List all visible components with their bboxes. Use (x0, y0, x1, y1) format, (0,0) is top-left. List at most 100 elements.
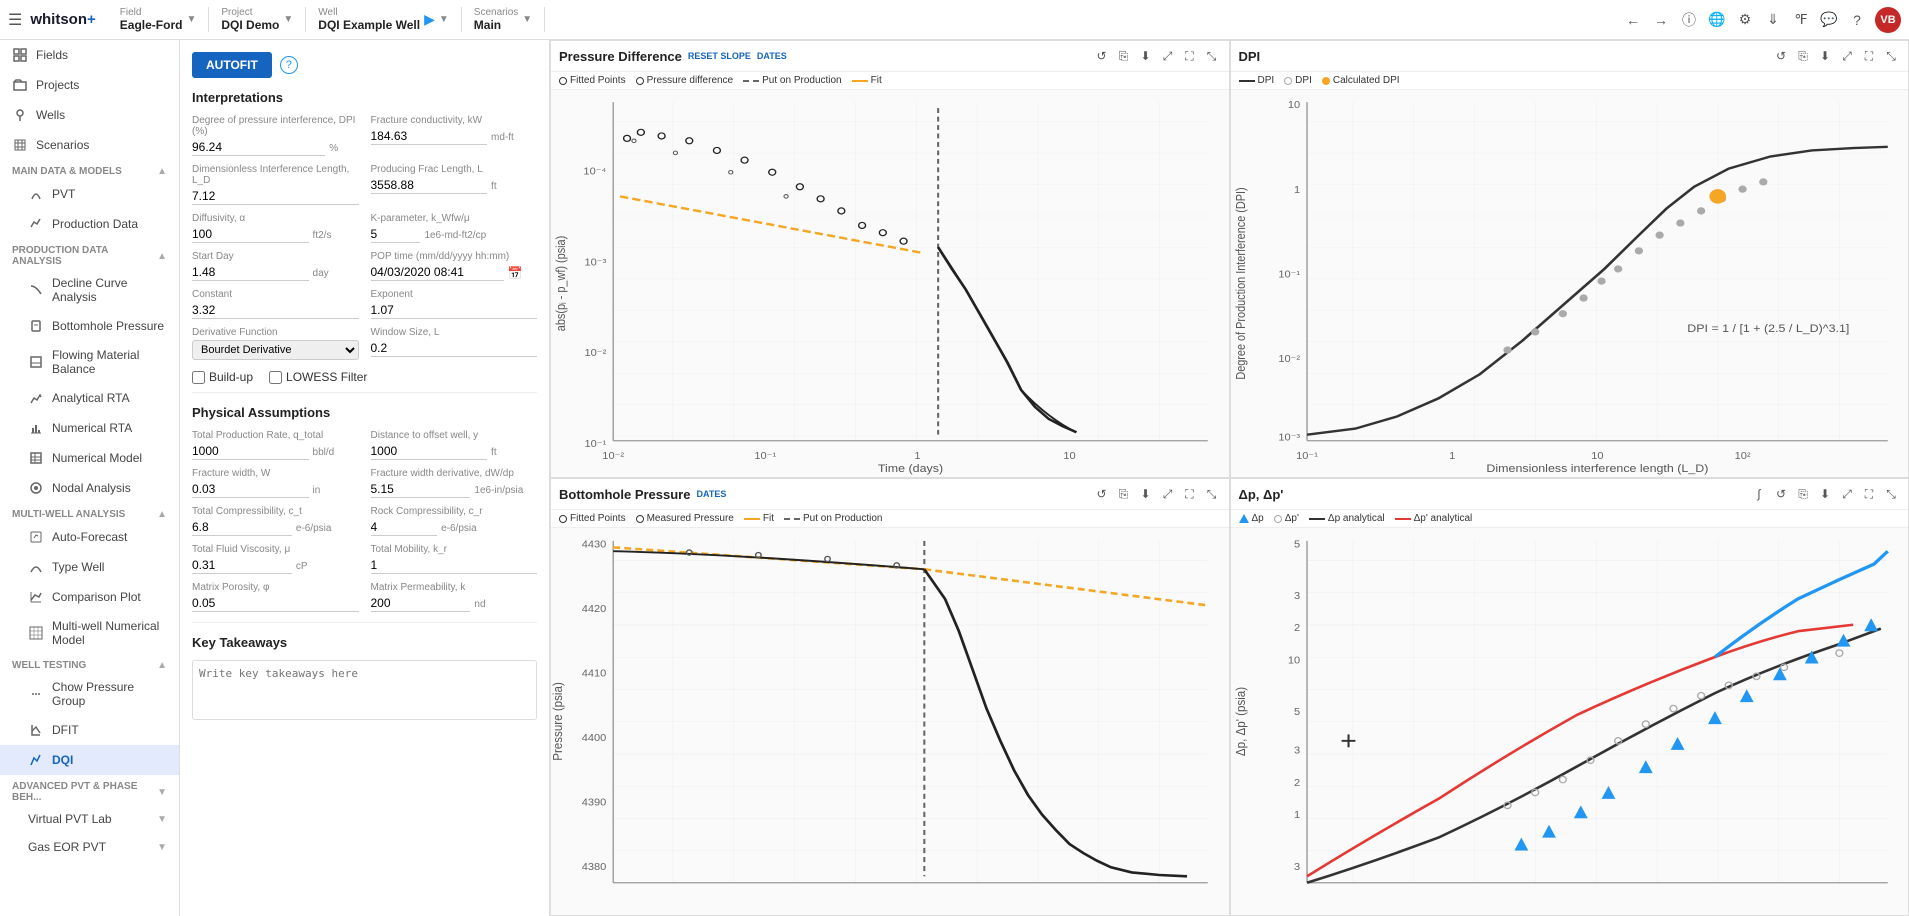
sidebar-item-dqi[interactable]: DQI (0, 745, 179, 775)
fluid-visc-input[interactable] (192, 557, 292, 574)
sidebar-item-type-well[interactable]: Type Well (0, 552, 179, 582)
help-circle-icon[interactable]: ? (280, 56, 298, 74)
copy-icon-bh[interactable]: ⎘ (1115, 485, 1133, 503)
autofit-button[interactable]: AUTOFIT (192, 52, 272, 78)
download-icon-dpi[interactable]: ⬇ (1816, 47, 1834, 65)
dpi-input[interactable] (192, 139, 325, 156)
zoom-icon-pd[interactable]: ⤢ (1159, 47, 1177, 65)
sidebar-item-scenarios[interactable]: Scenarios (0, 130, 179, 160)
sidebar-item-chow-pressure[interactable]: Chow Pressure Group (0, 673, 179, 715)
start-day-input[interactable] (192, 264, 309, 281)
sidebar-item-virtual-pvt[interactable]: Virtual PVT Lab ▼ (0, 805, 179, 833)
back-icon[interactable]: ← (1623, 10, 1643, 30)
buildup-checkbox[interactable]: Build-up (192, 370, 253, 384)
copy-icon-pd[interactable]: ⎘ (1115, 47, 1133, 65)
well-dropdown-icon[interactable]: ▼ (439, 14, 449, 25)
sidebar-item-bottomhole[interactable]: Bottomhole Pressure (0, 311, 179, 341)
key-takeaways-textarea[interactable] (192, 660, 537, 720)
help-icon[interactable]: ? (1847, 10, 1867, 30)
expand-icon-dp[interactable]: ⛶ (1860, 485, 1878, 503)
pop-time-input[interactable] (371, 264, 504, 281)
refresh-icon-dp[interactable]: ↺ (1772, 485, 1790, 503)
window-size-input[interactable] (371, 340, 538, 357)
sidebar-item-fields[interactable]: Fields (0, 40, 179, 70)
matrix-porosity-input[interactable] (192, 595, 359, 612)
zoom-icon-dp[interactable]: ⤢ (1838, 485, 1856, 503)
integral-icon-dp[interactable]: ∫ (1750, 485, 1768, 503)
sidebar-item-production-data[interactable]: Production Data (0, 209, 179, 239)
sidebar-item-analytical-rta[interactable]: Analytical RTA (0, 383, 179, 413)
sidebar-item-projects[interactable]: Projects (0, 70, 179, 100)
buildup-checkbox-input[interactable] (192, 371, 205, 384)
k-param-input[interactable] (371, 226, 421, 243)
sidebar-item-auto-forecast[interactable]: Auto-Forecast (0, 522, 179, 552)
section-advanced-pvt[interactable]: Advanced PVT & Phase Beh... ▼ (0, 775, 179, 805)
frac-width-input[interactable] (192, 481, 309, 498)
forward-icon[interactable]: → (1651, 10, 1671, 30)
constant-input[interactable] (192, 302, 359, 319)
zoom-icon-dpi[interactable]: ⤢ (1838, 47, 1856, 65)
dates-button-bh[interactable]: DATES (696, 489, 726, 499)
matrix-perm-input[interactable] (371, 595, 471, 612)
zoom-icon-bh[interactable]: ⤢ (1159, 485, 1177, 503)
expand-icon-bh[interactable]: ⛶ (1181, 485, 1199, 503)
reset-slope-button[interactable]: RESET SLOPE (688, 51, 751, 61)
section-main-data[interactable]: Main Data & Models ▲ (0, 160, 179, 179)
section-pda[interactable]: Production Data Analysis ▲ (0, 239, 179, 269)
deriv-func-select[interactable]: Bourdet Derivative (192, 340, 359, 360)
user-avatar[interactable]: VB (1875, 7, 1901, 33)
total-mobility-input[interactable] (371, 557, 538, 574)
globe-icon[interactable]: 🌐 (1707, 10, 1727, 30)
total-prod-rate-input[interactable] (192, 443, 309, 460)
sidebar-item-wells[interactable]: Wells (0, 100, 179, 130)
section-well-testing[interactable]: Well Testing ▲ (0, 654, 179, 673)
copy-icon-dp[interactable]: ⎘ (1794, 485, 1812, 503)
menu-icon[interactable]: ☰ (8, 10, 22, 30)
fullscreen-icon-dpi[interactable]: ⤡ (1882, 47, 1900, 65)
scenario-selector[interactable]: Scenarios Main ▼ (474, 7, 545, 32)
expand-icon-pd[interactable]: ⛶ (1181, 47, 1199, 65)
fullscreen-icon-dp[interactable]: ⤡ (1882, 485, 1900, 503)
calendar-icon[interactable]: 📅 (508, 266, 523, 280)
settings-icon[interactable]: ⚙ (1735, 10, 1755, 30)
copy-icon-dpi[interactable]: ⎘ (1794, 47, 1812, 65)
sidebar-item-decline-curve[interactable]: Decline Curve Analysis (0, 269, 179, 311)
frac-width-deriv-input[interactable] (371, 481, 471, 498)
project-selector[interactable]: Project DQI Demo ▼ (221, 7, 306, 32)
fullscreen-icon-pd[interactable]: ⤡ (1203, 47, 1221, 65)
rock-compress-input[interactable] (371, 519, 438, 536)
total-compress-input[interactable] (192, 519, 292, 536)
expand-icon-dpi[interactable]: ⛶ (1860, 47, 1878, 65)
fullscreen-icon-bh[interactable]: ⤡ (1203, 485, 1221, 503)
lowess-checkbox-input[interactable] (269, 371, 282, 384)
download-icon[interactable]: ⇓ (1763, 10, 1783, 30)
sidebar-item-nodal-analysis[interactable]: Nodal Analysis (0, 473, 179, 503)
dim-length-input[interactable] (192, 188, 359, 205)
sidebar-item-pvt[interactable]: PVT (0, 179, 179, 209)
sidebar-item-dfit[interactable]: DFIT (0, 715, 179, 745)
exponent-input[interactable] (371, 302, 538, 319)
dates-button-pd[interactable]: DATES (757, 51, 787, 61)
frac-cond-input[interactable] (371, 128, 488, 145)
lowess-checkbox[interactable]: LOWESS Filter (269, 370, 367, 384)
sidebar-item-multi-well-numerical[interactable]: Multi-well Numerical Model (0, 612, 179, 654)
project-dropdown-icon[interactable]: ▼ (283, 14, 293, 25)
chat-icon[interactable]: 💬 (1819, 10, 1839, 30)
download-icon-pd[interactable]: ⬇ (1137, 47, 1155, 65)
well-selector[interactable]: Well DQI Example Well ▶ ▼ (318, 7, 462, 32)
producing-frac-input[interactable] (371, 177, 488, 194)
temp-icon[interactable]: ℉ (1791, 10, 1811, 30)
sidebar-item-gas-eor[interactable]: Gas EOR PVT ▼ (0, 833, 179, 861)
sidebar-item-numerical-rta[interactable]: Numerical RTA (0, 413, 179, 443)
section-multi-well[interactable]: Multi-Well Analysis ▲ (0, 503, 179, 522)
field-selector[interactable]: Field Eagle-Ford ▼ (120, 7, 210, 32)
diffusivity-input[interactable] (192, 226, 309, 243)
refresh-icon-pd[interactable]: ↺ (1093, 47, 1111, 65)
sidebar-item-numerical-model[interactable]: Numerical Model (0, 443, 179, 473)
distance-input[interactable] (371, 443, 488, 460)
field-dropdown-icon[interactable]: ▼ (186, 14, 196, 25)
download-icon-dp[interactable]: ⬇ (1816, 485, 1834, 503)
info-icon[interactable]: ⓘ (1679, 10, 1699, 30)
sidebar-item-flowing-material[interactable]: Flowing Material Balance (0, 341, 179, 383)
download-icon-bh[interactable]: ⬇ (1137, 485, 1155, 503)
